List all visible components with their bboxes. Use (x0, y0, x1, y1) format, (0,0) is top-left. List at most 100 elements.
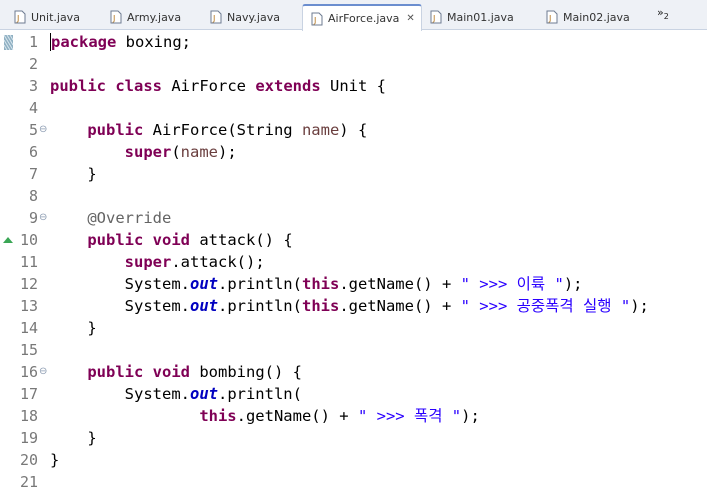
code-token: AirForce(String (143, 121, 302, 139)
tab-navy-java[interactable]: J Navy.java (202, 4, 284, 30)
line-number: 10 (19, 231, 38, 249)
code-token: super (124, 253, 172, 271)
code-token: ); (563, 275, 583, 293)
line-number: 19 (19, 429, 38, 447)
code-token: ); (218, 143, 237, 161)
code-token: System. (50, 385, 190, 403)
tab-label: Unit.java (31, 10, 80, 24)
code-token: public (87, 363, 144, 381)
code-line[interactable]: 15 (0, 339, 707, 361)
tab-airforce-java[interactable]: J AirForce.java ✕ (302, 4, 422, 31)
line-number: 2 (28, 55, 38, 73)
code-line[interactable]: 14 } (0, 317, 707, 339)
tab-label: Main02.java (563, 10, 630, 24)
fold-toggle-icon[interactable]: ⊖ (39, 361, 47, 383)
code-line[interactable]: 9 ⊖ @Override (0, 207, 707, 229)
code-token: System. (50, 297, 190, 315)
code-token: extends (255, 77, 321, 95)
code-line[interactable]: 3 public class AirForce extends Unit { (0, 75, 707, 97)
code-line[interactable]: 8 (0, 185, 707, 207)
code-line[interactable]: 20} (0, 449, 707, 471)
code-token: ); (630, 297, 649, 315)
code-line[interactable]: 1 package boxing; (0, 31, 707, 53)
java-file-icon: J (311, 12, 323, 26)
code-line[interactable]: 17 System.out.println( (0, 383, 707, 405)
code-token: } (50, 319, 97, 337)
code-token: .getName() + (236, 407, 358, 425)
svg-text:J: J (313, 16, 316, 25)
code-text: } (50, 427, 96, 449)
code-token: .getName() + (339, 297, 461, 315)
code-token: class (115, 77, 163, 95)
code-text: super(name); (50, 141, 237, 163)
code-token: out (189, 385, 218, 403)
java-file-icon: J (110, 10, 122, 24)
code-line[interactable]: 19 } (0, 427, 707, 449)
code-token: package (51, 33, 117, 51)
line-number: 16 (19, 363, 38, 381)
code-editor[interactable]: 1 package boxing; 2 3 public class AirForce … (0, 31, 707, 499)
code-line[interactable]: 21 (0, 471, 707, 493)
code-token: System. (50, 275, 190, 293)
line-number: 8 (28, 187, 38, 205)
code-line[interactable]: 13 System.out.println(this.getName() + "… (0, 295, 707, 317)
code-text: } (50, 449, 59, 471)
line-number: 17 (19, 385, 38, 403)
close-icon[interactable]: ✕ (406, 13, 414, 24)
tab-label: Army.java (127, 10, 182, 24)
line-number: 3 (28, 77, 38, 95)
code-line[interactable]: 7 } (0, 163, 707, 185)
java-file-icon: J (430, 10, 442, 24)
code-token: .println( (217, 385, 302, 403)
code-token: void (152, 231, 190, 249)
code-line[interactable]: 4 (0, 97, 707, 119)
code-text: package boxing; (50, 31, 191, 53)
code-line[interactable]: 18 this.getName() + " >>> 폭격 "); (0, 405, 707, 427)
code-token: public (87, 231, 144, 249)
code-token: name (301, 121, 340, 139)
code-text: System.out.println( (50, 383, 302, 405)
tab-main01-java[interactable]: J Main01.java (422, 4, 522, 30)
code-token: } (50, 451, 60, 469)
code-token: @Override (87, 209, 172, 227)
code-token: out (189, 297, 218, 315)
line-number: 15 (19, 341, 38, 359)
code-token: this (199, 407, 237, 425)
code-token: public (87, 121, 144, 139)
code-line[interactable]: 2 (0, 53, 707, 75)
line-number: 20 (19, 451, 38, 469)
code-line[interactable]: 10 public void attack() { (0, 229, 707, 251)
code-token: AirForce (162, 77, 256, 95)
code-line[interactable]: 16 ⊖ public void bombing() { (0, 361, 707, 383)
code-token: boxing; (116, 33, 191, 51)
line-number: 14 (19, 319, 38, 337)
code-line[interactable]: 11 super.attack(); (0, 251, 707, 273)
java-file-icon: J (210, 10, 222, 24)
tab-unit-java[interactable]: J Unit.java (6, 4, 80, 30)
tab-overflow-button[interactable]: »2 (657, 6, 669, 21)
code-line[interactable]: 6 super(name); (0, 141, 707, 163)
code-text: super.attack(); (50, 251, 265, 273)
code-text: this.getName() + " >>> 폭격 "); (50, 405, 480, 427)
fold-toggle-icon[interactable]: ⊖ (39, 119, 47, 141)
code-line[interactable]: 12 System.out.println(this.getName() + "… (0, 273, 707, 295)
svg-text:J: J (16, 14, 19, 23)
tab-army-java[interactable]: J Army.java (102, 4, 182, 30)
code-token: .attack(); (171, 253, 265, 271)
code-line[interactable]: 5 ⊖ public AirForce(String name) { (0, 119, 707, 141)
code-token: ) { (339, 121, 368, 139)
code-token: this (301, 275, 340, 293)
fold-toggle-icon[interactable]: ⊖ (39, 207, 47, 229)
tab-main02-java[interactable]: J Main02.java (538, 4, 638, 30)
code-token: void (152, 363, 190, 381)
line-number: 5 (28, 121, 38, 139)
code-token: ( (171, 143, 181, 161)
